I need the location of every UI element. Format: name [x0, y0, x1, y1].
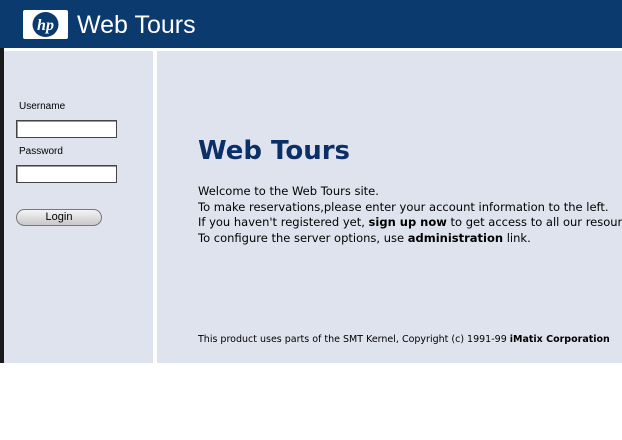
line3-suffix: to get access to all our resources. [450, 215, 622, 229]
password-label: Password [19, 146, 63, 157]
password-input[interactable] [16, 165, 117, 183]
line3-prefix: If you haven't registered yet, [198, 215, 369, 229]
welcome-text: Welcome to the Web Tours site. To make r… [198, 184, 622, 246]
hp-logo-text: hp [37, 17, 54, 34]
header-bar: hp Web Tours [0, 0, 622, 48]
line4-suffix: link. [503, 230, 531, 245]
welcome-line-4: To configure the server options, use adm… [198, 231, 622, 247]
hp-logo-icon[interactable]: hp [23, 10, 68, 39]
copyright-notice: This product uses parts of the SMT Kerne… [198, 334, 610, 345]
page-title: Web Tours [198, 136, 351, 166]
login-sidebar [4, 51, 153, 363]
username-input[interactable] [16, 120, 117, 138]
brand-title: Web Tours [77, 11, 196, 39]
imatix-link[interactable]: iMatix Corporation [510, 334, 610, 345]
line4-prefix: To configure the server options, use [198, 230, 408, 245]
username-label: Username [19, 101, 66, 112]
copyright-text: This product uses parts of the SMT Kerne… [198, 334, 510, 345]
login-button[interactable]: Login [16, 209, 102, 226]
administration-link[interactable]: administration [408, 231, 503, 245]
sign-up-link[interactable]: sign up now [369, 215, 447, 229]
welcome-line-3: If you haven't registered yet, sign up n… [198, 215, 622, 231]
welcome-line-1: Welcome to the Web Tours site. [198, 184, 379, 198]
welcome-line-2: To make reservations,please enter your a… [198, 199, 609, 214]
